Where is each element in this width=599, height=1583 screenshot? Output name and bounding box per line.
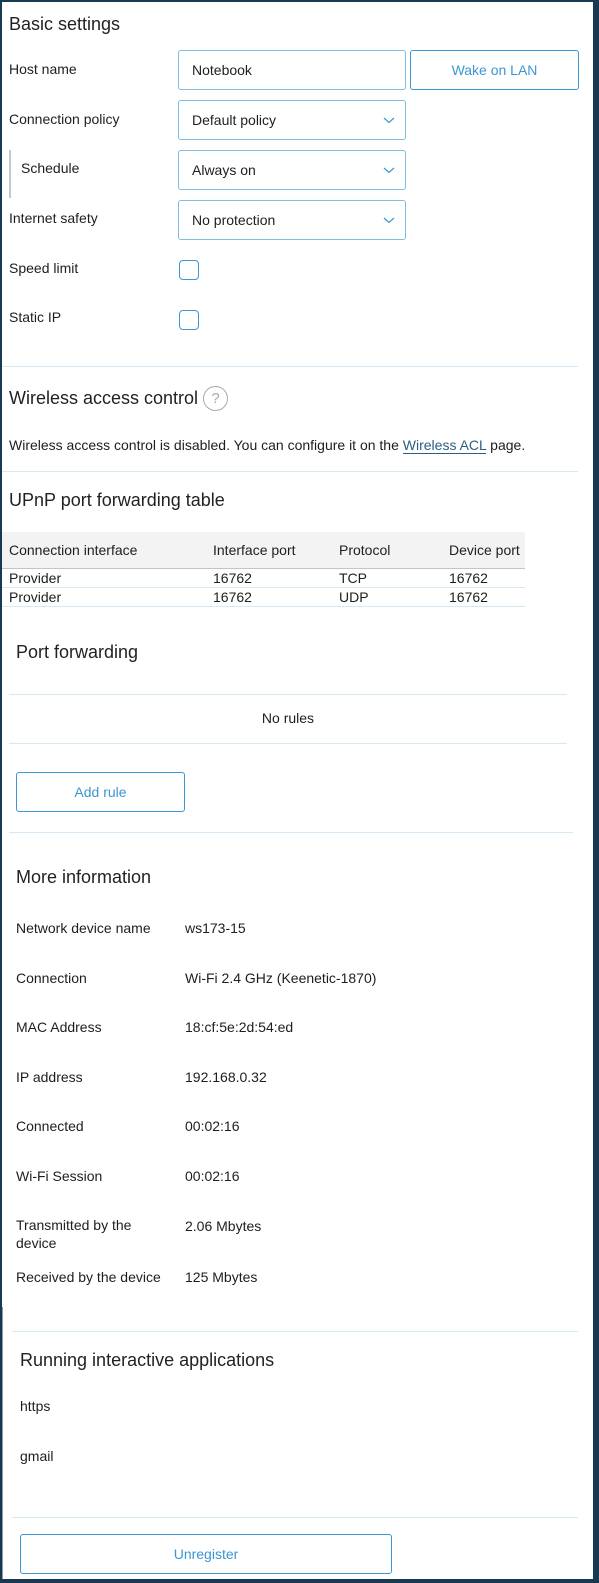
wake-on-lan-button[interactable]: Wake on LAN (410, 50, 579, 90)
schedule-value: Always on (192, 162, 256, 178)
no-rules-text: No rules (261, 710, 315, 726)
section-divider (9, 743, 567, 744)
schedule-select[interactable]: Always on (178, 150, 406, 190)
section-divider (2, 471, 578, 472)
host-name-input[interactable]: Notebook (178, 50, 406, 90)
info-value: 18:cf:5e:2d:54:ed (185, 1019, 294, 1035)
static-ip-label: Static IP (9, 309, 62, 325)
info-value: 2.06 Mbytes (185, 1218, 262, 1234)
info-label: Wi-Fi Session (16, 1168, 103, 1184)
info-label: Connected (16, 1118, 84, 1134)
schedule-label: Schedule (21, 160, 80, 176)
wireless-acl-text-after: page. (486, 437, 526, 453)
app-item: gmail (20, 1448, 54, 1464)
info-value: ws173-15 (185, 920, 246, 936)
table-cell: Provider (2, 568, 206, 588)
internet-safety-value: No protection (192, 212, 276, 228)
table-cell: UDP (332, 587, 442, 607)
static-ip-checkbox[interactable] (179, 310, 199, 330)
chevron-down-icon (383, 217, 395, 224)
upnp-table: Connection interface Interface port Prot… (2, 532, 525, 607)
column-header: Device port (442, 532, 525, 569)
table-cell: 16762 (442, 568, 525, 588)
table-cell: 16762 (206, 568, 332, 588)
table-cell: TCP (332, 568, 442, 588)
section-divider (12, 1331, 578, 1332)
section-divider (9, 832, 573, 833)
wireless-acl-message: Wireless access control is disabled. You… (9, 437, 526, 454)
left-edge-line (2, 1307, 3, 1579)
port-forwarding-title: Port forwarding (16, 642, 139, 662)
info-value: 00:02:16 (185, 1118, 240, 1134)
chevron-down-icon (383, 167, 395, 174)
table-row: Provider 16762 UDP 16762 (2, 587, 525, 607)
running-apps-title: Running interactive applications (20, 1350, 275, 1370)
schedule-indent-bar (9, 150, 11, 198)
basic-settings-title: Basic settings (9, 14, 121, 34)
wireless-acl-link[interactable]: Wireless ACL (402, 437, 487, 454)
info-label: Connection (16, 970, 87, 986)
speed-limit-checkbox[interactable] (179, 260, 199, 280)
column-header: Protocol (332, 532, 442, 569)
question-circle-icon[interactable]: ? (203, 386, 228, 411)
column-header: Interface port (206, 532, 332, 569)
info-value: Wi-Fi 2.4 GHz (Keenetic-1870) (185, 970, 377, 986)
device-settings-panel: Basic settings Host name Notebook Wake o… (2, 2, 593, 1579)
info-label: Received by the device (16, 1269, 161, 1285)
column-header: Connection interface (2, 532, 206, 569)
table-row: Provider 16762 TCP 16762 (2, 568, 525, 588)
app-item: https (20, 1398, 51, 1414)
host-name-label: Host name (9, 61, 77, 77)
section-divider (9, 694, 567, 695)
section-divider (12, 1517, 578, 1518)
connection-policy-label: Connection policy (9, 111, 120, 127)
table-cell: Provider (2, 587, 206, 607)
section-divider (2, 366, 578, 367)
upnp-title: UPnP port forwarding table (9, 490, 225, 510)
upnp-header-row: Connection interface Interface port Prot… (2, 532, 525, 569)
table-cell: 16762 (442, 587, 525, 607)
unregister-button[interactable]: Unregister (20, 1534, 392, 1574)
speed-limit-label: Speed limit (9, 260, 79, 276)
wireless-acl-text-before: Wireless access control is disabled. You… (9, 437, 403, 453)
table-cell: 16762 (206, 587, 332, 607)
internet-safety-label: Internet safety (9, 210, 98, 226)
more-information-title: More information (16, 867, 152, 887)
internet-safety-select[interactable]: No protection (178, 200, 406, 240)
connection-policy-value: Default policy (192, 112, 277, 128)
info-value: 125 Mbytes (185, 1269, 258, 1285)
add-rule-button[interactable]: Add rule (16, 772, 185, 812)
info-label: MAC Address (16, 1019, 102, 1035)
info-value: 00:02:16 (185, 1168, 240, 1184)
info-value: 192.168.0.32 (185, 1069, 267, 1085)
info-label: Network device name (16, 920, 151, 936)
info-label: Transmitted by the device (16, 1217, 132, 1251)
connection-policy-select[interactable]: Default policy (178, 100, 406, 140)
info-label: IP address (16, 1069, 83, 1085)
chevron-down-icon (383, 117, 395, 124)
wireless-access-control-title: Wireless access control (9, 388, 199, 408)
